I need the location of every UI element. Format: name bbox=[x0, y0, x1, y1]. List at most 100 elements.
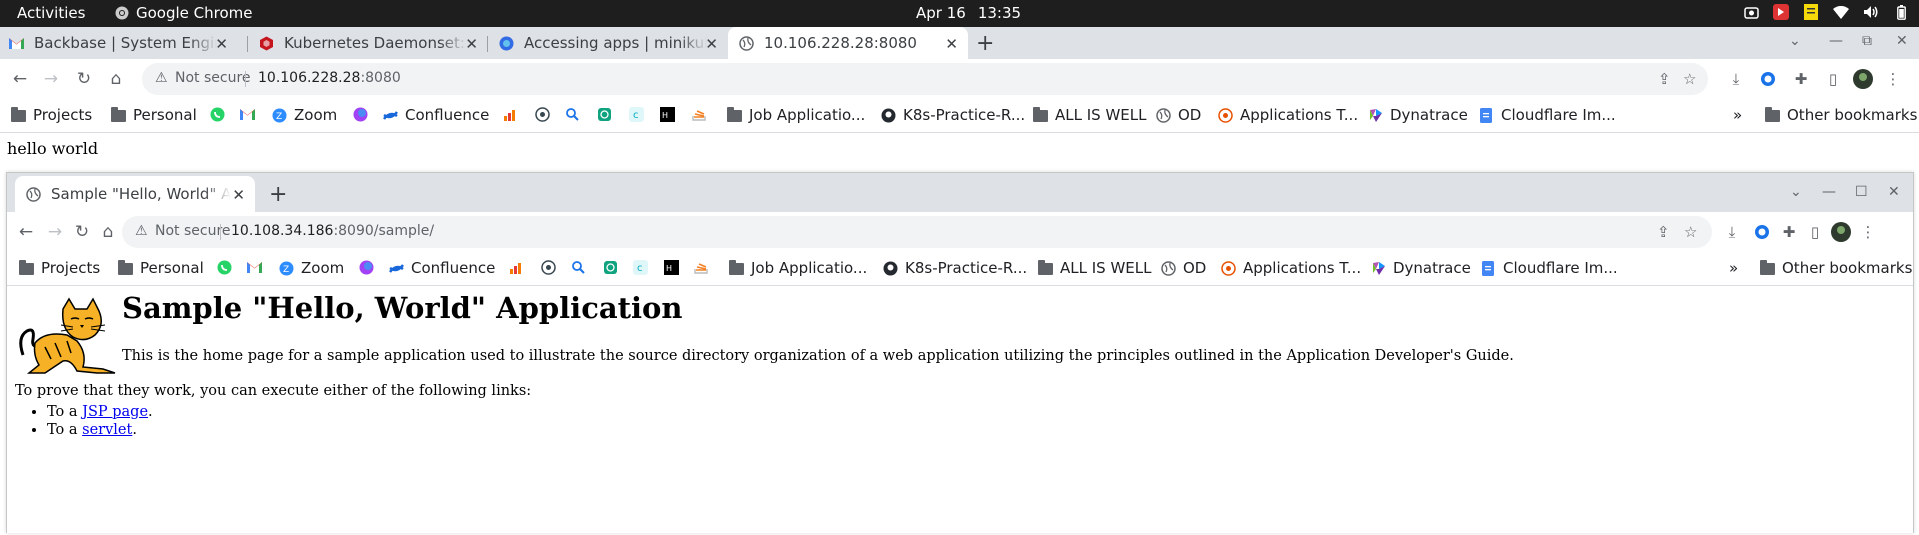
bookmark-od[interactable]: OD bbox=[1155, 106, 1201, 124]
extension-blue-icon[interactable] bbox=[1752, 222, 1772, 242]
maximize-button[interactable]: ☐ bbox=[1855, 184, 1868, 200]
avatar[interactable] bbox=[1853, 69, 1873, 89]
bookmark-docker[interactable] bbox=[534, 106, 550, 122]
bookmark-star-icon[interactable]: ☆ bbox=[1684, 223, 1697, 241]
volume-icon[interactable] bbox=[1863, 4, 1879, 20]
extensions-puzzle-icon[interactable]: ✚ bbox=[1779, 222, 1799, 242]
not-secure-label[interactable]: Not secure bbox=[175, 70, 251, 86]
download-icon[interactable]: ⤓ bbox=[1722, 222, 1742, 242]
bookmark-confluence[interactable]: Confluence bbox=[382, 106, 489, 124]
address-bar[interactable]: ⚠ Not secure 10.106.228.28:8080 ⇪ ☆ bbox=[142, 63, 1708, 95]
jsp-page-link[interactable]: JSP page bbox=[82, 404, 148, 420]
close-window-button[interactable]: ✕ bbox=[1888, 184, 1900, 200]
tab-search-icon[interactable]: ⌄ bbox=[1790, 184, 1802, 200]
menu-kebab-icon[interactable]: ⋮ bbox=[1858, 222, 1878, 242]
minimize-button[interactable]: — bbox=[1822, 184, 1836, 200]
close-tab-icon[interactable]: ✕ bbox=[465, 35, 478, 53]
menu-kebab-icon[interactable]: ⋮ bbox=[1883, 69, 1903, 89]
bookmark-cloudflare-im[interactable]: Cloudflare Im... bbox=[1478, 106, 1616, 124]
bookmark-search[interactable] bbox=[564, 106, 580, 122]
bookmark-confluence[interactable]: Confluence bbox=[388, 259, 495, 277]
avatar[interactable] bbox=[1831, 222, 1851, 242]
bookmark-k8s-practice-r[interactable]: K8s-Practice-R... bbox=[882, 259, 1027, 277]
bookmark-whatsapp[interactable] bbox=[216, 259, 232, 275]
bookmark-openai[interactable] bbox=[602, 259, 618, 275]
bookmark-job-applicatio[interactable]: Job Applicatio... bbox=[728, 259, 867, 277]
minimize-button[interactable]: — bbox=[1829, 33, 1843, 49]
bookmark-whatsapp[interactable] bbox=[209, 106, 225, 122]
bookmark-all-is-well[interactable]: ALL IS WELL bbox=[1032, 106, 1146, 124]
close-tab-icon[interactable]: ✕ bbox=[232, 186, 245, 204]
bookmark-chatgpt[interactable] bbox=[352, 106, 368, 122]
bookmarks-overflow-icon[interactable]: » bbox=[1729, 259, 1738, 277]
close-tab-icon[interactable]: ✕ bbox=[215, 35, 228, 53]
side-panel-icon[interactable]: ▯ bbox=[1823, 69, 1843, 89]
bookmark-dynatrace[interactable]: Dynatrace bbox=[1367, 106, 1468, 124]
tab-search-icon[interactable]: ⌄ bbox=[1789, 33, 1801, 49]
system-tray[interactable] bbox=[1743, 4, 1909, 20]
bookmark-projects[interactable]: Projects bbox=[10, 106, 92, 124]
bookmark-stack[interactable] bbox=[691, 106, 707, 122]
forward-arrow-icon[interactable]: → bbox=[44, 221, 66, 243]
bookmark-openai[interactable] bbox=[596, 106, 612, 122]
new-tab-button[interactable]: + bbox=[269, 182, 287, 207]
close-tab-icon[interactable]: ✕ bbox=[945, 35, 958, 53]
app-menu[interactable]: Google Chrome bbox=[115, 4, 253, 22]
bookmark-all-is-well[interactable]: ALL IS WELL bbox=[1037, 259, 1151, 277]
bookmark-chatgpt[interactable] bbox=[358, 259, 374, 275]
bookmark-chart[interactable] bbox=[502, 106, 518, 122]
bookmark-job-applicatio[interactable]: Job Applicatio... bbox=[726, 106, 865, 124]
activities-button[interactable]: Activities bbox=[17, 4, 85, 22]
bookmark-applications-t[interactable]: Applications T... bbox=[1220, 259, 1361, 277]
share-icon[interactable]: ⇪ bbox=[1658, 70, 1671, 88]
bookmark-search[interactable] bbox=[570, 259, 586, 275]
bookmark-c[interactable]: c bbox=[628, 106, 644, 122]
battery-icon[interactable] bbox=[1893, 4, 1909, 20]
record-icon[interactable] bbox=[1773, 4, 1789, 20]
address-bar[interactable]: ⚠ Not secure 10.108.34.186:8090/sample/ … bbox=[122, 216, 1712, 248]
home-icon[interactable]: ⌂ bbox=[97, 221, 119, 243]
bookmark-cloudflare-im[interactable]: Cloudflare Im... bbox=[1480, 259, 1618, 277]
notes-icon[interactable] bbox=[1803, 4, 1819, 20]
clock[interactable]: Apr 16 13:35 bbox=[916, 4, 1033, 22]
bookmark-hn[interactable]: H bbox=[663, 259, 679, 275]
close-window-button[interactable]: ✕ bbox=[1896, 33, 1908, 49]
bookmark-stack[interactable] bbox=[693, 259, 709, 275]
bookmark-personal[interactable]: Personal bbox=[117, 259, 204, 277]
extension-blue-icon[interactable] bbox=[1758, 69, 1778, 89]
bookmark-hn[interactable]: H bbox=[659, 106, 675, 122]
bookmark-k8s-practice-r[interactable]: K8s-Practice-R... bbox=[880, 106, 1025, 124]
new-tab-button[interactable]: + bbox=[976, 31, 994, 56]
other-bookmarks[interactable]: Other bookmarks bbox=[1759, 259, 1912, 277]
bookmark-c[interactable]: c bbox=[632, 259, 648, 275]
share-icon[interactable]: ⇪ bbox=[1657, 223, 1670, 241]
tab-active-10.106[interactable]: 10.106.228.28:8080 ✕ bbox=[728, 27, 968, 59]
bookmark-zoom[interactable]: Z Zoom bbox=[271, 106, 337, 124]
bookmark-projects[interactable]: Projects bbox=[18, 259, 100, 277]
bookmark-dynatrace[interactable]: Dynatrace bbox=[1370, 259, 1471, 277]
bookmark-applications-t[interactable]: Applications T... bbox=[1217, 106, 1358, 124]
bookmark-star-icon[interactable]: ☆ bbox=[1683, 70, 1696, 88]
other-bookmarks[interactable]: Other bookmarks bbox=[1764, 106, 1917, 124]
warning-icon[interactable]: ⚠ bbox=[135, 223, 148, 239]
bookmark-personal[interactable]: Personal bbox=[110, 106, 197, 124]
tab-minikube[interactable]: Accessing apps | minikube ✕ bbox=[498, 27, 728, 59]
url-text[interactable]: 10.106.228.28:8080 bbox=[258, 70, 401, 86]
bookmark-gmail[interactable] bbox=[239, 106, 255, 122]
url-text[interactable]: 10.108.34.186:8090/sample/ bbox=[231, 223, 434, 239]
tab-kubernetes[interactable]: Kubernetes Daemonset: A ✕ bbox=[258, 27, 488, 59]
bookmark-gmail[interactable] bbox=[246, 259, 262, 275]
back-arrow-icon[interactable]: ← bbox=[9, 68, 31, 90]
download-icon[interactable]: ⤓ bbox=[1726, 69, 1746, 89]
tab-backbase[interactable]: Backbase | System Engineer ✕ bbox=[8, 27, 238, 59]
side-panel-icon[interactable]: ▯ bbox=[1805, 222, 1825, 242]
servlet-link[interactable]: servlet bbox=[82, 422, 132, 438]
bookmark-chart[interactable] bbox=[508, 259, 524, 275]
bookmark-zoom[interactable]: Z Zoom bbox=[278, 259, 344, 277]
reload-icon[interactable]: ↻ bbox=[73, 68, 95, 90]
extensions-puzzle-icon[interactable]: ✚ bbox=[1791, 69, 1811, 89]
bookmark-docker[interactable] bbox=[540, 259, 556, 275]
warning-icon[interactable]: ⚠ bbox=[155, 70, 168, 86]
home-icon[interactable]: ⌂ bbox=[105, 68, 127, 90]
bookmark-od[interactable]: OD bbox=[1160, 259, 1206, 277]
